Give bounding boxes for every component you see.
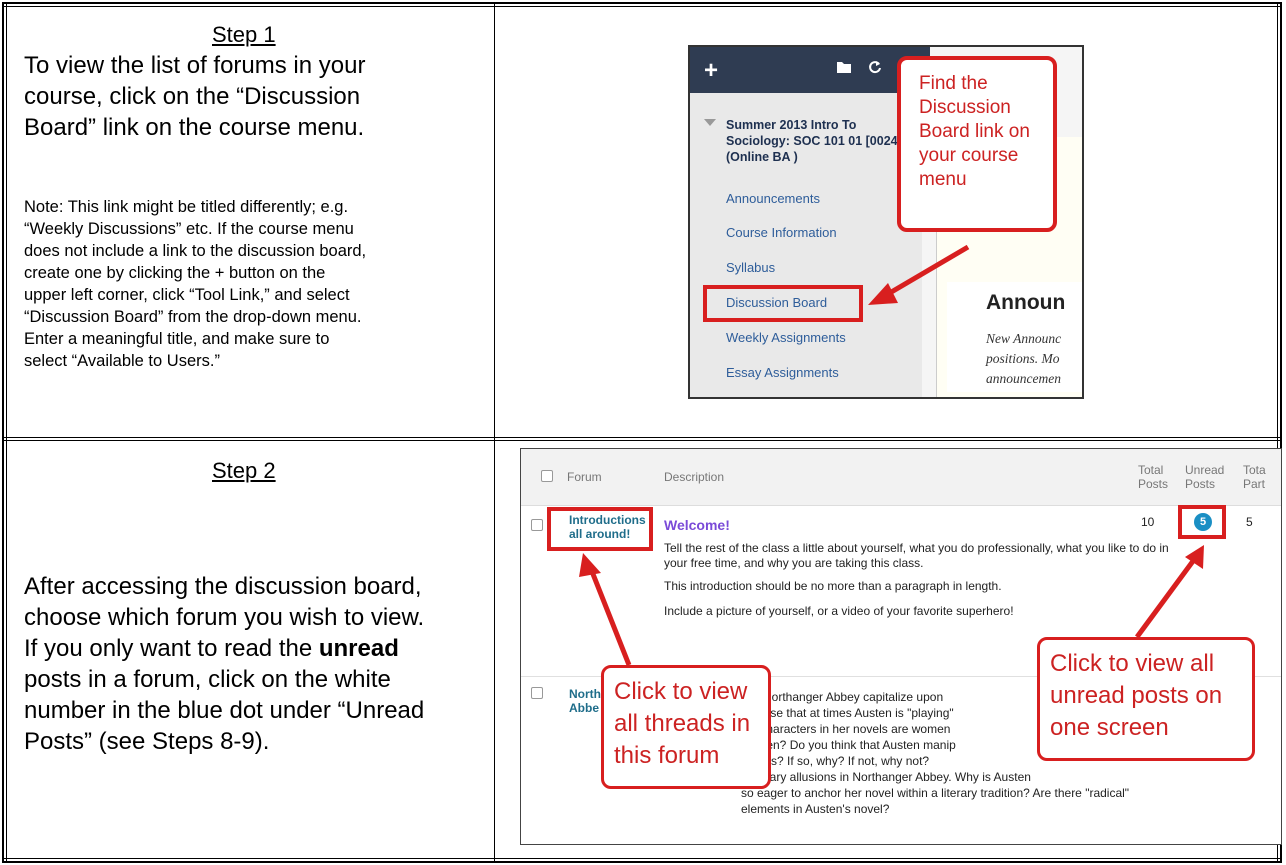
table-border (2, 2, 4, 863)
note-line: “Discussion Board” from the drop-down me… (24, 308, 362, 326)
step2-title: Step 2 (212, 458, 276, 483)
find-discussion-board-callout: Find the Discussion Board link on your c… (897, 56, 1057, 232)
step2-line: After accessing the discussion board, (24, 573, 422, 600)
step2-instructions: After accessing the discussion board, ch… (24, 571, 489, 757)
step1-line: To view the list of forums in your (24, 52, 366, 79)
note-line: does not include a link to the discussio… (24, 242, 367, 260)
step1-line: course, click on the “Discussion (24, 83, 361, 110)
unread-emphasis: unread (318, 635, 399, 662)
step1-instructions: To view the list of forums in your cours… (24, 50, 484, 143)
callout-text: Click to view all unread posts on one sc… (1050, 650, 1223, 741)
note-line: “Weekly Discussions” etc. If the course … (24, 220, 354, 238)
table-border (6, 2, 7, 863)
step2-line: posts in a forum, click on the white (24, 666, 391, 693)
course-menu-screenshot: + Summer 2013 Intro To Sociology: SOC 10… (688, 45, 1084, 399)
table-border (2, 858, 1282, 859)
forum-list-screenshot: Forum Description Total Posts Unread Pos… (520, 448, 1282, 845)
table-border (2, 2, 1282, 4)
column-divider (494, 2, 495, 863)
step2-line: If you only want to read the unread (24, 633, 489, 664)
callout-text: Click to view all threads in this forum (614, 678, 751, 769)
view-unread-callout: Click to view all unread posts on one sc… (1037, 637, 1255, 761)
step2-line-text: If you only want to read the (24, 635, 319, 662)
step1-line: Board” link on the course menu. (24, 114, 365, 141)
step2-line: choose which forum you wish to view. (24, 604, 425, 631)
step1-note: Note: This link might be titled differen… (24, 196, 486, 372)
row-divider (2, 437, 1282, 438)
row-divider (2, 440, 1282, 441)
step2-line: number in the blue dot under “Unread (24, 697, 425, 724)
note-line: select “Available to Users.” (24, 352, 220, 370)
note-line: Enter a meaningful title, and make sure … (24, 330, 330, 348)
table-border (2, 861, 1282, 863)
step1-title: Step 1 (212, 22, 276, 47)
table-border (2, 6, 1282, 7)
callout-text: Find the Discussion Board link on your c… (919, 73, 1030, 190)
note-line: create one by clicking the + button on t… (24, 264, 326, 282)
view-threads-callout: Click to view all threads in this forum (601, 665, 771, 789)
note-line: upper left corner, click “Tool Link,” an… (24, 286, 350, 304)
note-line: Note: This link might be titled differen… (24, 198, 349, 216)
step2-line: Posts” (see Steps 8-9). (24, 728, 270, 755)
